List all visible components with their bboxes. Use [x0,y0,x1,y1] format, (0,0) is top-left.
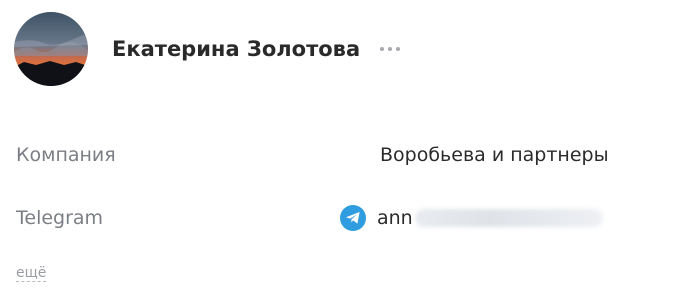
telegram-plane-glyph [346,212,360,224]
contact-header: Екатерина Золотова [14,12,401,86]
more-dot [380,47,385,51]
more-horizontal-icon[interactable] [380,39,401,59]
telegram-label: Telegram [16,207,104,229]
company-value: Воробьева и партнеры [380,144,609,166]
company-label: Компания [16,144,116,166]
more-dot [396,47,401,51]
telegram-handle: ann [377,207,413,229]
show-more-link[interactable]: ещё [16,265,47,282]
contact-card: Екатерина Золотова Компания Воробьева и … [0,0,696,300]
avatar-image [14,12,88,86]
telegram-icon [340,205,366,231]
telegram-link[interactable]: ann [340,205,603,231]
more-dot [388,47,393,51]
avatar[interactable] [14,12,88,86]
telegram-handle-redacted [414,209,603,227]
contact-name[interactable]: Екатерина Золотова [112,37,360,61]
